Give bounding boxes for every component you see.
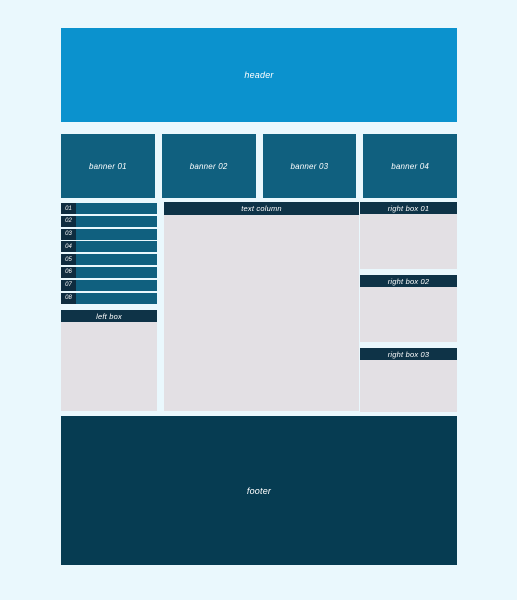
list-item[interactable]: 02 [61, 215, 157, 227]
footer-label: footer [246, 485, 272, 496]
left-column: 01 02 03 04 05 06 07 08 left box [61, 202, 157, 412]
header-label: header [244, 70, 274, 80]
list-item-number: 04 [61, 241, 76, 253]
text-column-header[interactable]: text column [164, 202, 359, 215]
center-column: text column [164, 202, 359, 412]
list-item-bar [76, 254, 157, 265]
banner-04-label: banner 04 [391, 161, 430, 171]
right-box-03-body [360, 360, 457, 412]
list-item-bar [76, 267, 157, 278]
banner-row: banner 01 banner 02 banner 03 banner 04 [61, 134, 457, 198]
list-item[interactable]: 06 [61, 266, 157, 278]
list-item-number: 01 [61, 203, 76, 214]
banner-03-label: banner 03 [290, 161, 329, 171]
right-box-03-label: right box 03 [387, 349, 430, 359]
list-item-bar [76, 241, 157, 252]
list-item[interactable]: 01 [61, 203, 157, 214]
right-box-01-header[interactable]: right box 01 [360, 202, 457, 214]
left-box-label: left box [96, 311, 122, 321]
banner-04[interactable]: banner 04 [363, 134, 457, 198]
left-box-body [61, 322, 157, 411]
right-box-03-header[interactable]: right box 03 [360, 348, 457, 360]
banner-02-label: banner 02 [189, 161, 228, 171]
right-box-03: right box 03 [360, 348, 457, 412]
list-item-bar [76, 203, 157, 214]
banner-03[interactable]: banner 03 [262, 134, 357, 198]
right-box-02-body [360, 287, 457, 342]
right-box-02-label: right box 02 [387, 276, 430, 286]
numbered-list: 01 02 03 04 05 06 07 08 [61, 203, 157, 305]
list-item-number: 05 [61, 254, 76, 266]
list-item-bar [76, 293, 157, 304]
text-column-body [164, 215, 359, 411]
text-column-label: text column [241, 204, 282, 213]
banner-01-label: banner 01 [88, 161, 127, 171]
list-item-bar [76, 280, 157, 291]
right-box-01-label: right box 01 [387, 203, 430, 213]
list-item-number: 02 [61, 215, 76, 227]
list-item[interactable]: 05 [61, 254, 157, 266]
page-canvas: header banner 01 banner 02 banner 03 ban… [0, 0, 517, 600]
list-item-number: 06 [61, 266, 76, 278]
header-region[interactable]: header [61, 28, 457, 122]
list-item-bar [76, 216, 157, 227]
left-box-header[interactable]: left box [61, 310, 157, 322]
right-box-02-header[interactable]: right box 02 [360, 275, 457, 287]
left-box: left box [61, 310, 157, 412]
footer-region[interactable]: footer [61, 416, 457, 565]
list-item-number: 08 [61, 292, 76, 304]
right-box-02: right box 02 [360, 275, 457, 342]
list-item-number: 07 [61, 279, 76, 291]
list-item-bar [76, 229, 157, 240]
list-item[interactable]: 08 [61, 292, 157, 304]
list-item-number: 03 [61, 228, 76, 240]
main-content-region: 01 02 03 04 05 06 07 08 left box text co… [61, 202, 457, 412]
right-box-01: right box 01 [360, 202, 457, 269]
list-item[interactable]: 04 [61, 241, 157, 253]
banner-01[interactable]: banner 01 [61, 134, 155, 198]
right-column: right box 01 right box 02 right box 03 [360, 202, 457, 412]
list-item[interactable]: 07 [61, 279, 157, 291]
banner-02[interactable]: banner 02 [161, 134, 256, 198]
list-item[interactable]: 03 [61, 228, 157, 240]
right-box-01-body [360, 214, 457, 269]
